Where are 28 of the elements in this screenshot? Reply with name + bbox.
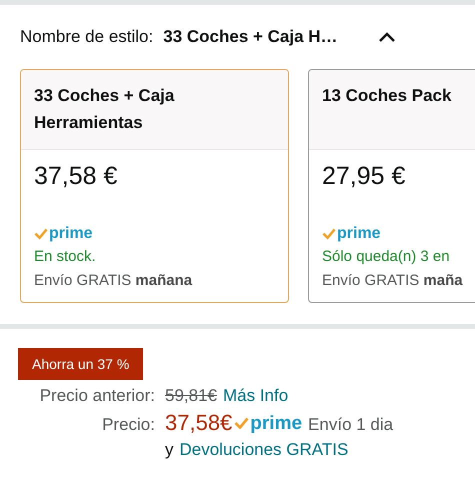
savings-badge: Ahorra un 37 % <box>18 348 144 380</box>
check-icon <box>34 228 48 240</box>
option-title: 33 Coches + Caja Herramientas <box>34 85 176 134</box>
style-option-card[interactable]: 33 Coches + Caja Herramientas 37,58 € prime En stock. Envío GRATIS mañana <box>20 69 289 303</box>
prime-logo: prime <box>250 414 302 432</box>
prime-logo: prime <box>337 226 381 242</box>
returns-prefix: y <box>165 440 174 460</box>
chevron-up-icon[interactable] <box>378 31 396 43</box>
availability-text: En stock. <box>34 248 97 265</box>
style-option-card[interactable]: 13 Coches Pack 27,95 € prime Sólo queda(n) 3 en Envío GRATIS maña <box>308 69 475 303</box>
shipping-text: Envío 1 dia <box>308 415 394 435</box>
check-icon <box>234 417 250 429</box>
delivery-text: Envío GRATIS mañana <box>34 272 194 289</box>
option-price: 37,58 € <box>34 162 118 192</box>
availability-text: Sólo queda(n) 3 en <box>322 248 451 265</box>
more-info-link[interactable]: Más Info <box>223 386 288 406</box>
list-price-label: Precio anterior: <box>38 386 155 406</box>
price: 37,58€ <box>165 410 232 436</box>
check-icon <box>322 228 336 240</box>
style-value: 33 Coches + Caja H… <box>163 27 338 47</box>
price-label: Precio: <box>101 415 155 435</box>
prime-logo: prime <box>49 226 93 242</box>
style-label: Nombre de estilo: <box>20 27 154 47</box>
returns-link[interactable]: Devoluciones GRATIS <box>180 440 348 460</box>
list-price: 59,81€ <box>165 386 217 406</box>
option-price: 27,95 € <box>322 162 406 192</box>
delivery-text: Envío GRATIS maña <box>322 272 464 289</box>
option-title: 13 Coches Pack <box>322 85 452 107</box>
